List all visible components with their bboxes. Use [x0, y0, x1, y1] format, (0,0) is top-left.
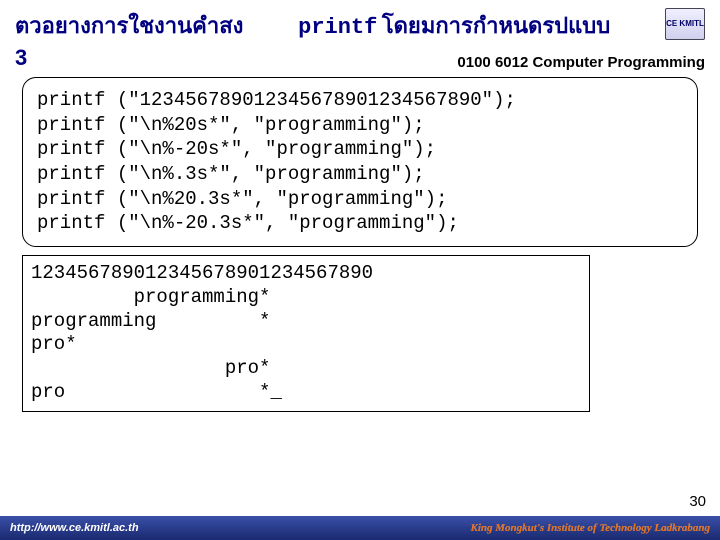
subtitle-row: 3 0100 6012 Computer Programming — [15, 45, 705, 71]
slide-title-part2: โดยมการกำหนดรปแบบ — [382, 13, 610, 38]
footer-url: http://www.ce.kmitl.ac.th — [10, 522, 139, 534]
code-line: printf ("\n%.3s*", "programming"); — [37, 163, 425, 185]
code-line: printf ("\n%20s*", "programming"); — [37, 114, 425, 136]
slide-title-part1: ตวอยางการใชงานคำสง — [15, 13, 243, 38]
kmitl-logo-icon: CE KMITL — [665, 8, 705, 40]
logo-text: CE KMITL — [666, 20, 704, 28]
output-line: programming* — [31, 286, 270, 308]
code-line: printf ("123456789012345678901234567890"… — [37, 89, 516, 111]
footer-bar: http://www.ce.kmitl.ac.th King Mongkut's… — [0, 516, 720, 540]
printf-keyword: printf — [298, 15, 377, 40]
output-line: pro* — [31, 357, 270, 379]
title-left-group: ตวอยางการใชงานคำสง — [15, 8, 243, 43]
source-code-box: printf ("123456789012345678901234567890"… — [22, 77, 698, 247]
course-code: 0100 6012 Computer Programming — [457, 54, 705, 71]
output-line: pro *_ — [31, 381, 282, 403]
title-right-group: printf โดยมการกำหนดรปแบบ — [298, 8, 610, 43]
code-line: printf ("\n%-20.3s*", "programming"); — [37, 212, 459, 234]
code-line: printf ("\n%20.3s*", "programming"); — [37, 188, 447, 210]
output-line: programming * — [31, 310, 270, 332]
slide-header: ตวอยางการใชงานคำสง printf โดยมการกำหนดรป… — [0, 0, 720, 71]
output-box: 123456789012345678901234567890 programmi… — [22, 255, 590, 412]
title-row: ตวอยางการใชงานคำสง printf โดยมการกำหนดรป… — [15, 8, 705, 43]
output-line: 123456789012345678901234567890 — [31, 262, 373, 284]
page-number: 30 — [689, 493, 706, 510]
code-line: printf ("\n%-20s*", "programming"); — [37, 138, 436, 160]
footer-institution: King Mongkut's Institute of Technology L… — [470, 522, 710, 534]
slide-number-heading: 3 — [15, 45, 27, 71]
output-line: pro* — [31, 333, 77, 355]
